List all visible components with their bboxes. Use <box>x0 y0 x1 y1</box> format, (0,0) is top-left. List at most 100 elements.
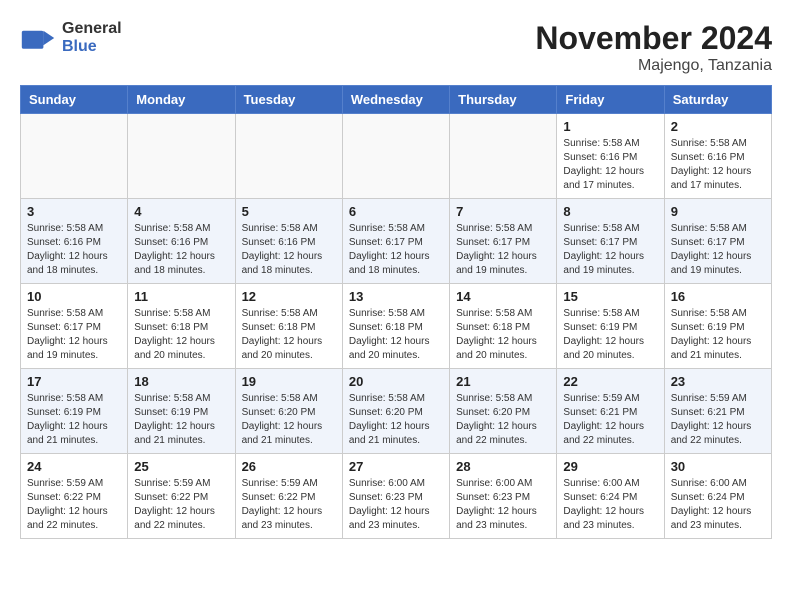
day-info: Sunrise: 6:00 AM Sunset: 6:24 PM Dayligh… <box>671 477 765 533</box>
location-text: Majengo, Tanzania <box>535 57 772 75</box>
day-number: 27 <box>349 459 443 474</box>
calendar-cell: 3Sunrise: 5:58 AM Sunset: 6:16 PM Daylig… <box>21 199 128 284</box>
month-title: November 2024 <box>535 20 772 57</box>
day-number: 25 <box>134 459 228 474</box>
logo-general-text: General <box>62 20 122 38</box>
day-info: Sunrise: 5:58 AM Sunset: 6:16 PM Dayligh… <box>563 137 657 193</box>
day-info: Sunrise: 5:58 AM Sunset: 6:18 PM Dayligh… <box>349 307 443 363</box>
calendar-cell: 21Sunrise: 5:58 AM Sunset: 6:20 PM Dayli… <box>450 369 557 454</box>
day-number: 12 <box>242 289 336 304</box>
calendar-cell: 15Sunrise: 5:58 AM Sunset: 6:19 PM Dayli… <box>557 284 664 369</box>
day-info: Sunrise: 6:00 AM Sunset: 6:24 PM Dayligh… <box>563 477 657 533</box>
calendar-week-2: 3Sunrise: 5:58 AM Sunset: 6:16 PM Daylig… <box>21 199 772 284</box>
calendar-week-1: 1Sunrise: 5:58 AM Sunset: 6:16 PM Daylig… <box>21 114 772 199</box>
day-info: Sunrise: 6:00 AM Sunset: 6:23 PM Dayligh… <box>349 477 443 533</box>
calendar-cell: 4 Sunrise: 5:58 AM Sunset: 6:16 PM Daylig… <box>128 199 235 284</box>
calendar-cell: 29 Sunrise: 6:00 AM Sunset: 6:24 PM Dayli… <box>557 454 664 539</box>
day-header-tuesday: Tuesday <box>235 86 342 114</box>
day-info: Sunrise: 5:58 AM Sunset: 6:19 PM Dayligh… <box>671 307 765 363</box>
calendar-cell: 10 Sunrise: 5:58 AM Sunset: 6:17 PM Dayli… <box>21 284 128 369</box>
day-number: 22 <box>563 374 657 389</box>
day-number: 4 <box>134 204 228 219</box>
calendar-cell: 13Sunrise: 5:58 AM Sunset: 6:18 PM Dayli… <box>342 284 449 369</box>
day-header-sunday: Sunday <box>21 86 128 114</box>
calendar-cell: 25Sunrise: 5:59 AM Sunset: 6:22 PM Dayli… <box>128 454 235 539</box>
calendar-cell: 28 Sunrise: 6:00 AM Sunset: 6:23 PM Dayli… <box>450 454 557 539</box>
day-number: 6 <box>349 204 443 219</box>
day-number: 28 <box>456 459 550 474</box>
day-number: 9 <box>671 204 765 219</box>
calendar-cell <box>450 114 557 199</box>
calendar-cell: 12Sunrise: 5:58 AM Sunset: 6:18 PM Dayli… <box>235 284 342 369</box>
calendar-cell <box>235 114 342 199</box>
day-number: 5 <box>242 204 336 219</box>
day-info: Sunrise: 5:58 AM Sunset: 6:17 PM Dayligh… <box>349 222 443 278</box>
logo-blue-text: Blue <box>62 38 122 56</box>
calendar-cell: 11Sunrise: 5:58 AM Sunset: 6:18 PM Dayli… <box>128 284 235 369</box>
calendar-week-5: 24 Sunrise: 5:59 AM Sunset: 6:22 PM Dayli… <box>21 454 772 539</box>
day-number: 17 <box>27 374 121 389</box>
calendar-cell: 16 Sunrise: 5:58 AM Sunset: 6:19 PM Dayli… <box>664 284 771 369</box>
day-number: 16 <box>671 289 765 304</box>
day-header-monday: Monday <box>128 86 235 114</box>
day-number: 21 <box>456 374 550 389</box>
calendar-cell: 18Sunrise: 5:58 AM Sunset: 6:19 PM Dayli… <box>128 369 235 454</box>
day-info: Sunrise: 5:58 AM Sunset: 6:16 PM Dayligh… <box>134 222 228 278</box>
day-info: Sunrise: 5:58 AM Sunset: 6:16 PM Dayligh… <box>27 222 121 278</box>
day-number: 8 <box>563 204 657 219</box>
calendar-cell: 23Sunrise: 5:59 AM Sunset: 6:21 PM Dayli… <box>664 369 771 454</box>
day-info: Sunrise: 5:58 AM Sunset: 6:17 PM Dayligh… <box>671 222 765 278</box>
day-number: 24 <box>27 459 121 474</box>
day-info: Sunrise: 5:58 AM Sunset: 6:20 PM Dayligh… <box>242 392 336 448</box>
day-info: Sunrise: 5:58 AM Sunset: 6:20 PM Dayligh… <box>349 392 443 448</box>
day-header-wednesday: Wednesday <box>342 86 449 114</box>
logo-text: General Blue <box>62 20 122 55</box>
calendar-cell: 17 Sunrise: 5:58 AM Sunset: 6:19 PM Dayli… <box>21 369 128 454</box>
calendar-cell: 6 Sunrise: 5:58 AM Sunset: 6:17 PM Daylig… <box>342 199 449 284</box>
day-info: Sunrise: 5:58 AM Sunset: 6:17 PM Dayligh… <box>563 222 657 278</box>
calendar-cell: 9 Sunrise: 5:58 AM Sunset: 6:17 PM Daylig… <box>664 199 771 284</box>
calendar-cell: 24Sunrise: 5:59 AM Sunset: 6:22 PM Dayli… <box>21 454 128 539</box>
day-info: Sunrise: 5:59 AM Sunset: 6:22 PM Dayligh… <box>242 477 336 533</box>
day-info: Sunrise: 5:59 AM Sunset: 6:21 PM Dayligh… <box>563 392 657 448</box>
day-info: Sunrise: 5:58 AM Sunset: 6:16 PM Dayligh… <box>671 137 765 193</box>
page-header: General Blue November 2024 Majengo, Tanz… <box>20 20 772 75</box>
logo: General Blue <box>20 20 122 56</box>
logo-icon <box>20 20 56 56</box>
day-number: 29 <box>563 459 657 474</box>
calendar-cell: 2Sunrise: 5:58 AM Sunset: 6:16 PM Daylig… <box>664 114 771 199</box>
calendar-week-3: 10 Sunrise: 5:58 AM Sunset: 6:17 PM Dayli… <box>21 284 772 369</box>
calendar-cell: 5 Sunrise: 5:58 AM Sunset: 6:16 PM Daylig… <box>235 199 342 284</box>
day-number: 19 <box>242 374 336 389</box>
calendar-cell <box>342 114 449 199</box>
day-number: 23 <box>671 374 765 389</box>
day-number: 26 <box>242 459 336 474</box>
day-header-thursday: Thursday <box>450 86 557 114</box>
calendar-cell: 7 Sunrise: 5:58 AM Sunset: 6:17 PM Daylig… <box>450 199 557 284</box>
calendar-header-row: SundayMondayTuesdayWednesdayThursdayFrid… <box>21 86 772 114</box>
day-info: Sunrise: 5:58 AM Sunset: 6:17 PM Dayligh… <box>27 307 121 363</box>
calendar-cell: 8 Sunrise: 5:58 AM Sunset: 6:17 PM Daylig… <box>557 199 664 284</box>
day-number: 15 <box>563 289 657 304</box>
calendar-table: SundayMondayTuesdayWednesdayThursdayFrid… <box>20 85 772 539</box>
day-header-friday: Friday <box>557 86 664 114</box>
day-header-saturday: Saturday <box>664 86 771 114</box>
calendar-cell <box>128 114 235 199</box>
calendar-cell: 20Sunrise: 5:58 AM Sunset: 6:20 PM Dayli… <box>342 369 449 454</box>
calendar-cell: 26 Sunrise: 5:59 AM Sunset: 6:22 PM Dayli… <box>235 454 342 539</box>
day-number: 7 <box>456 204 550 219</box>
day-info: Sunrise: 5:58 AM Sunset: 6:16 PM Dayligh… <box>242 222 336 278</box>
day-number: 30 <box>671 459 765 474</box>
day-info: Sunrise: 6:00 AM Sunset: 6:23 PM Dayligh… <box>456 477 550 533</box>
day-number: 10 <box>27 289 121 304</box>
calendar-cell: 19 Sunrise: 5:58 AM Sunset: 6:20 PM Dayli… <box>235 369 342 454</box>
day-info: Sunrise: 5:58 AM Sunset: 6:19 PM Dayligh… <box>27 392 121 448</box>
day-info: Sunrise: 5:58 AM Sunset: 6:19 PM Dayligh… <box>134 392 228 448</box>
calendar-cell: 30 Sunrise: 6:00 AM Sunset: 6:24 PM Dayli… <box>664 454 771 539</box>
day-info: Sunrise: 5:58 AM Sunset: 6:18 PM Dayligh… <box>134 307 228 363</box>
calendar-week-4: 17 Sunrise: 5:58 AM Sunset: 6:19 PM Dayli… <box>21 369 772 454</box>
calendar-cell: 22 Sunrise: 5:59 AM Sunset: 6:21 PM Dayli… <box>557 369 664 454</box>
day-info: Sunrise: 5:58 AM Sunset: 6:17 PM Dayligh… <box>456 222 550 278</box>
day-info: Sunrise: 5:58 AM Sunset: 6:18 PM Dayligh… <box>456 307 550 363</box>
calendar-cell <box>21 114 128 199</box>
